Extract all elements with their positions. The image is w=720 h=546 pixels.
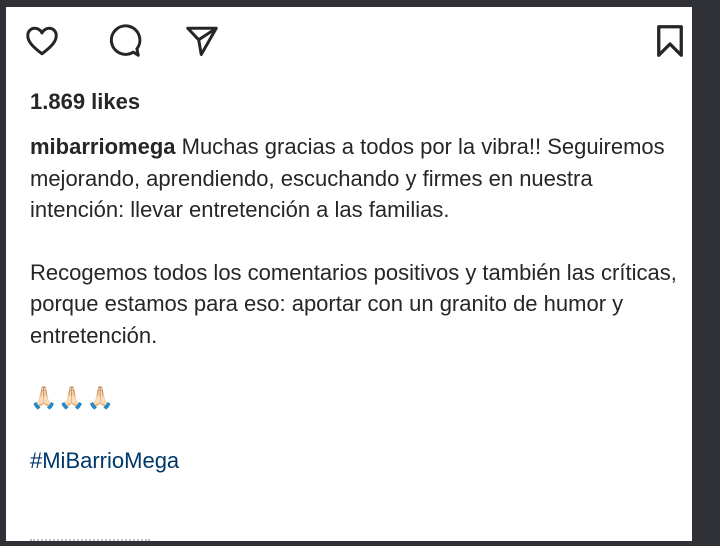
comment-button[interactable] (104, 21, 144, 61)
caption-emojis: 🙏🏻🙏🏻🙏🏻 (30, 385, 116, 410)
like-button[interactable] (22, 21, 62, 61)
post-actions-bar (22, 21, 692, 61)
paper-plane-icon (186, 26, 218, 56)
comment-icon (109, 24, 142, 57)
caption-paragraph-1: mibarriomega Muchas gracias a todos por … (30, 131, 690, 226)
next-line-cutoff (30, 539, 150, 541)
heart-icon (26, 26, 58, 56)
like-count[interactable]: 1.869 likes (30, 89, 140, 115)
share-button[interactable] (182, 21, 222, 61)
bookmark-icon (657, 25, 683, 57)
caption-paragraph-2: Recogemos todos los comentarios positivo… (30, 259, 677, 348)
caption-username[interactable]: mibarriomega (30, 134, 176, 159)
save-button[interactable] (650, 21, 690, 61)
post-card: 1.869 likes mibarriomega Muchas gracias … (6, 7, 692, 541)
caption-hashtag[interactable]: #MiBarrioMega (30, 445, 690, 477)
post-caption: mibarriomega Muchas gracias a todos por … (30, 131, 690, 476)
